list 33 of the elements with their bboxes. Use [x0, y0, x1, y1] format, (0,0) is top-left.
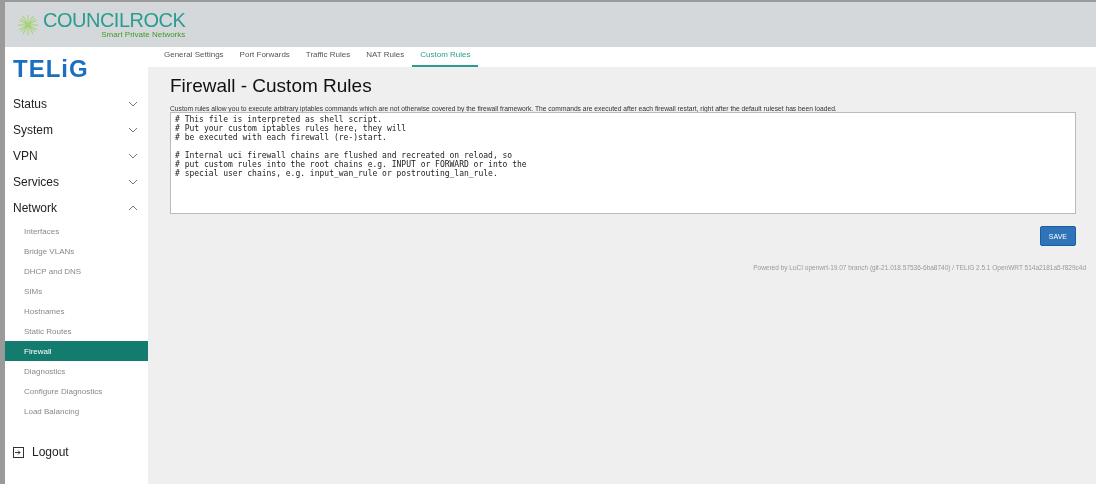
chevron-up-icon	[128, 205, 138, 211]
chevron-down-icon	[128, 127, 138, 133]
logout-link[interactable]: Logout	[32, 445, 69, 459]
chevron-down-icon	[128, 153, 138, 159]
sunburst-logo-icon	[17, 13, 39, 36]
submenu-item[interactable]: Load Balancing	[5, 401, 148, 421]
brand-name: COUNCILROCK	[43, 10, 186, 30]
menu-item[interactable]: Network	[5, 195, 148, 221]
submenu-item[interactable]: SIMs	[5, 281, 148, 301]
tab[interactable]: Traffic Rules	[297, 50, 359, 67]
code-editor-field[interactable]: # This file is interpreted as shell script. # Put your custom iptables rules here, they will # be executed with each firewall (re-)start. # Internal uci firewall chains are flushed and recreated on reload, so # put custom rules into the root chains e.g. INPUT or FORWARD or into the # special user chains, e.g. input_wan_rule or postrouting_lan_rule.	[170, 112, 1076, 214]
submenu-item[interactable]: Hostnames	[5, 301, 148, 321]
brand-tagline: Smart Private Networks	[101, 30, 186, 39]
submenu-item[interactable]: Static Routes	[5, 321, 148, 341]
submenu-item[interactable]: Bridge VLANs	[5, 241, 148, 261]
submenu-item[interactable]: Firewall	[5, 341, 148, 361]
tab[interactable]: Custom Rules	[412, 50, 479, 67]
menu-item[interactable]: Status	[5, 91, 148, 117]
submenu-item[interactable]: DHCP and DNS	[5, 261, 148, 281]
submenu-item[interactable]: Diagnostics	[5, 361, 148, 381]
product-logo: TELiG	[12, 54, 90, 84]
submenu-item[interactable]: Interfaces	[5, 221, 148, 241]
menu-item[interactable]: VPN	[5, 143, 148, 169]
chevron-down-icon	[128, 179, 138, 185]
menu-item[interactable]: System	[5, 117, 148, 143]
tab[interactable]: General Settings	[156, 50, 232, 67]
tab[interactable]: NAT Rules	[358, 50, 413, 67]
page-title: Firewall - Custom Rules	[170, 75, 373, 97]
menu-item[interactable]: Services	[5, 169, 148, 195]
logout-icon[interactable]	[13, 446, 24, 458]
chevron-down-icon	[128, 101, 138, 107]
tab[interactable]: Port Forwards	[231, 50, 298, 67]
submenu-item[interactable]: Configure Diagnostics	[5, 381, 148, 401]
